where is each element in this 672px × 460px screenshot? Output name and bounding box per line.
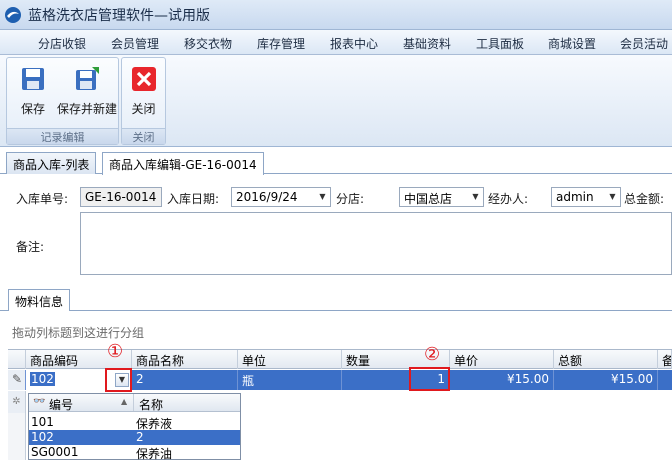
close-label: 关闭 (131, 102, 156, 116)
menu-mall-settings[interactable]: 商城设置 (548, 35, 596, 52)
column-header-unit[interactable]: 单位 (238, 350, 342, 369)
remark-label: 备注: (16, 240, 45, 254)
close-icon (131, 67, 156, 91)
menu-transfer-clothes[interactable]: 移交衣物 (184, 35, 232, 52)
popup-header: 👓 编号 ▲ 名称 (29, 394, 240, 412)
tab-stock-in-edit[interactable]: 商品入库编辑-GE-16-0014 (102, 152, 264, 175)
save-button[interactable]: 保存 (9, 62, 57, 122)
annotation-marker-1: ① (107, 341, 124, 362)
handler-select[interactable]: admin ▼ (551, 187, 621, 207)
item-name: 2 (136, 430, 144, 444)
item-code: 102 (31, 430, 54, 444)
date-picker[interactable]: 2016/9/24 ▼ (231, 187, 331, 207)
ribbon: 保存 保存并新建 记录编辑 关闭 关闭 (0, 55, 672, 147)
app-logo-icon (5, 7, 21, 23)
binoculars-icon: 👓 (33, 396, 46, 407)
new-row-icon: ✲ (8, 391, 26, 413)
tab-stock-in-list[interactable]: 商品入库-列表 (6, 152, 97, 174)
column-header-unit-price[interactable]: 单价 (450, 350, 554, 369)
menu-member-management[interactable]: 会员管理 (111, 35, 159, 52)
sort-asc-icon: ▲ (121, 397, 128, 406)
list-item[interactable]: 101 保养液 (29, 415, 240, 431)
store-select[interactable]: 中国总店 ▼ (399, 187, 484, 207)
close-button[interactable]: 关闭 (122, 62, 165, 122)
name-cell[interactable]: 2 (132, 370, 238, 390)
pencil-icon: ✎ (8, 370, 26, 390)
app-title: 蓝格洗衣店管理软件—试用版 (28, 8, 210, 24)
item-code: 101 (31, 415, 54, 429)
remark-textarea[interactable] (80, 212, 672, 275)
order-no-field[interactable]: GE-16-0014 (80, 187, 162, 207)
tab-material-info[interactable]: 物料信息 (8, 289, 71, 311)
column-header-remark[interactable]: 备 (658, 350, 672, 369)
store-label: 分店: (336, 192, 365, 206)
popup-column-code[interactable]: 编号 (49, 396, 73, 413)
menu-member-activities[interactable]: 会员活动 (620, 35, 668, 52)
column-header-name[interactable]: 商品名称 (132, 350, 238, 369)
menu-store-cashier[interactable]: 分店收银 (38, 35, 86, 52)
unit-price-cell[interactable]: ¥15.00 (450, 370, 554, 390)
menu-basic-data[interactable]: 基础资料 (403, 35, 451, 52)
column-divider (133, 394, 134, 411)
row-indicator-column (8, 413, 26, 460)
inner-tab-divider (0, 310, 672, 311)
unit-cell[interactable]: 瓶 (238, 370, 342, 390)
item-code: SG0001 (31, 445, 79, 459)
chevron-down-icon[interactable]: ▼ (315, 188, 330, 206)
ribbon-group-close: 关闭 关闭 (121, 57, 166, 145)
code-value: 102 (30, 372, 55, 386)
date-label: 入库日期: (167, 192, 220, 206)
group-label-record-edit: 记录编辑 (7, 128, 118, 144)
save-and-new-label: 保存并新建 (57, 102, 118, 116)
order-no-label: 入库单号: (16, 192, 69, 206)
ribbon-group-record-edit: 保存 保存并新建 记录编辑 (6, 57, 119, 145)
handler-label: 经办人: (488, 192, 529, 206)
column-header-total[interactable]: 总额 (554, 350, 658, 369)
total-amount-label: 总金额: (624, 192, 665, 206)
date-value: 2016/9/24 (236, 190, 298, 204)
save-icon (22, 68, 44, 90)
popup-column-name[interactable]: 名称 (139, 396, 163, 413)
document-tabs: 商品入库-列表 商品入库编辑-GE-16-0014 (0, 150, 672, 175)
title-bar: 蓝格洗衣店管理软件—试用版 (0, 0, 672, 30)
chevron-down-icon[interactable]: ▼ (605, 188, 620, 206)
handler-value: admin (556, 190, 594, 204)
annotation-box-dropdown (105, 368, 132, 392)
group-label-close: 关闭 (122, 128, 165, 144)
list-item-selected[interactable]: 102 2 (29, 430, 240, 445)
total-cell[interactable]: ¥15.00 (554, 370, 658, 390)
chevron-down-icon[interactable]: ▼ (468, 188, 483, 206)
menu-inventory[interactable]: 库存管理 (257, 35, 305, 52)
group-by-hint: 拖动列标题到这进行分组 (12, 326, 145, 340)
list-item[interactable]: SG0001 保养油 (29, 445, 240, 460)
item-name: 保养油 (136, 447, 173, 460)
row-indicator-header (8, 350, 26, 369)
product-lookup-popup: 👓 编号 ▲ 名称 101 保养液 102 2 SG0001 保养油 (28, 393, 241, 460)
annotation-marker-2: ② (424, 344, 441, 365)
save-label: 保存 (20, 102, 45, 116)
menu-tools[interactable]: 工具面板 (476, 35, 524, 52)
store-value: 中国总店 (404, 192, 453, 206)
save-new-icon (76, 67, 99, 90)
annotation-box-quantity (409, 367, 450, 391)
menu-bar: 分店收银 会员管理 移交衣物 库存管理 报表中心 基础资料 工具面板 商城设置 … (0, 30, 672, 55)
menu-reports[interactable]: 报表中心 (330, 35, 378, 52)
save-and-new-button[interactable]: 保存并新建 (57, 62, 117, 122)
